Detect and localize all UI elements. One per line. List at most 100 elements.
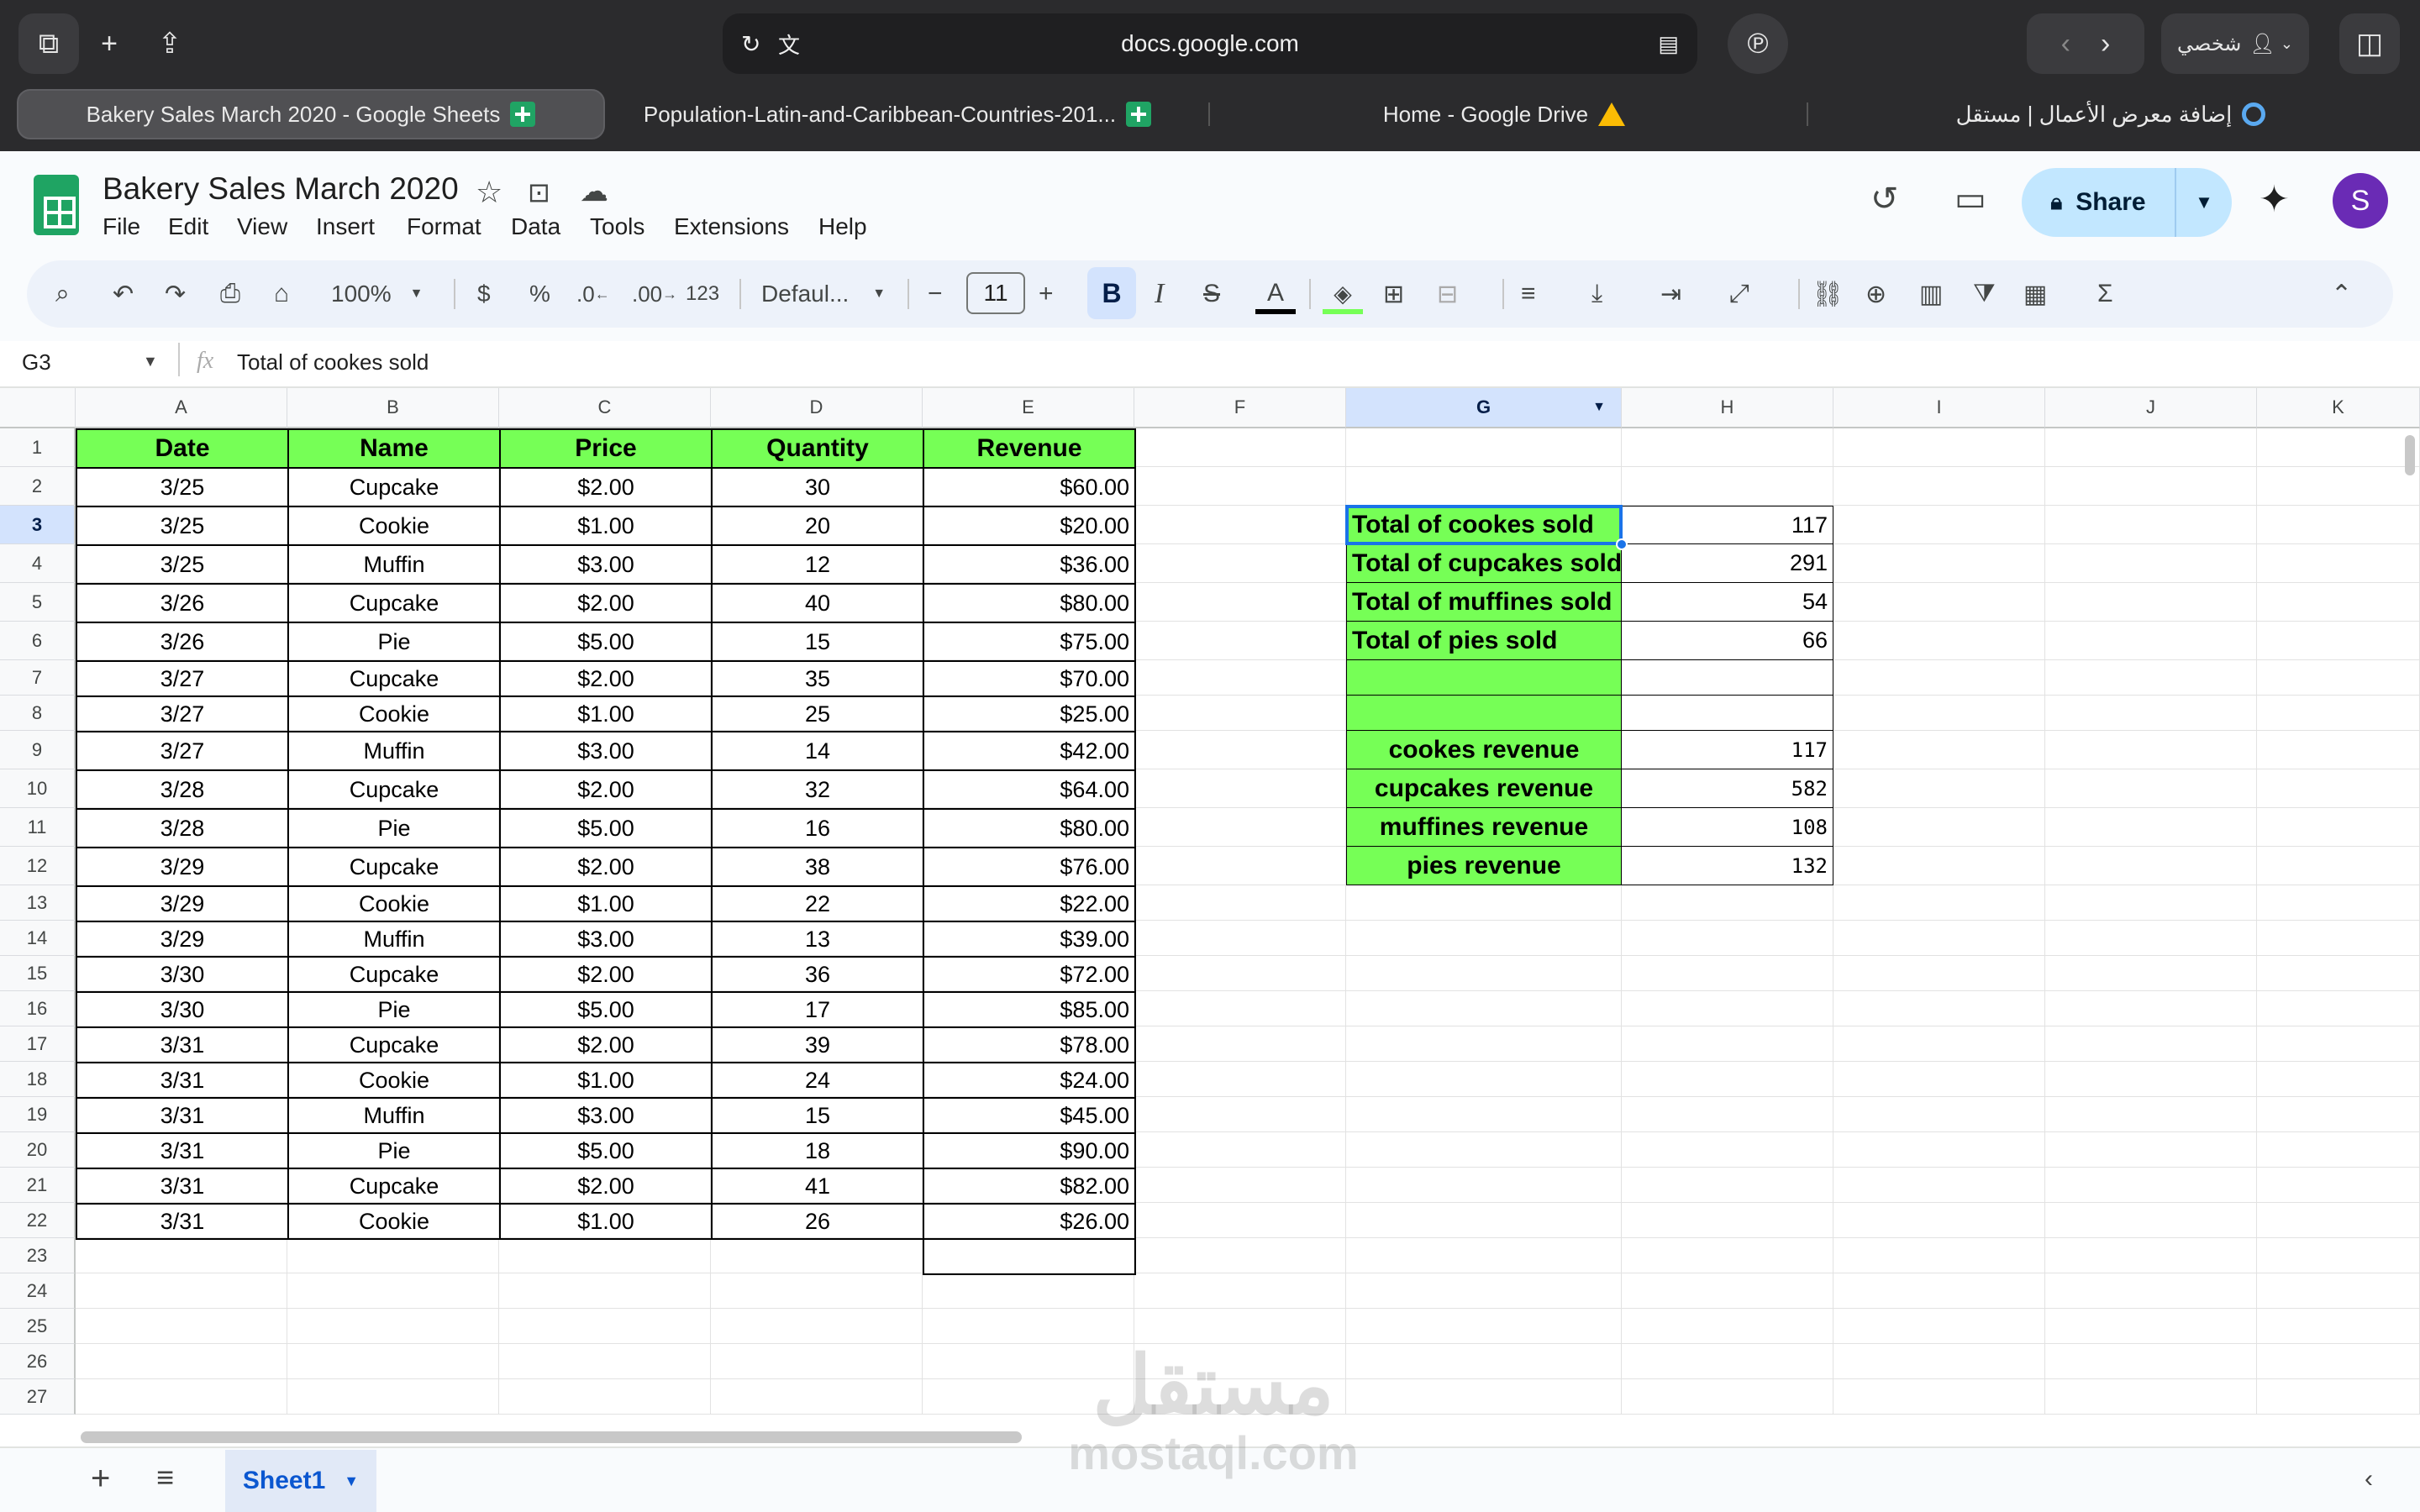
table-cell[interactable]: Pie [287,808,501,848]
grid-cell[interactable] [1833,544,2045,583]
table-header-cell[interactable]: Price [499,428,713,469]
grid-cell[interactable] [1833,583,2045,622]
menu-format[interactable]: Format [407,213,481,240]
grid-cell[interactable] [2257,731,2420,769]
table-cell[interactable]: 3/31 [76,1062,289,1099]
grid-cell[interactable] [1134,731,1346,769]
grid-cell[interactable] [2257,622,2420,660]
grid-cell[interactable] [1134,1097,1346,1132]
align-horizontal-icon[interactable]: ≡ [1521,277,1536,311]
menu-view[interactable]: View [237,213,287,240]
grid-cell[interactable] [1134,467,1346,506]
grid-cell[interactable] [2045,660,2257,696]
table-cell[interactable]: $36.00 [923,544,1136,585]
share-page-icon[interactable]: ⇪ [139,13,200,74]
table-cell[interactable]: Cupcake [287,956,501,993]
summary-blank-cell[interactable] [1622,696,1833,731]
print-icon[interactable]: ⎙ [220,277,240,311]
table-cell[interactable]: 3/29 [76,885,289,922]
share-dropdown-icon[interactable]: ▼ [2176,192,2232,213]
grid-cell[interactable] [2257,1238,2420,1273]
text-color-button[interactable]: A [1255,277,1296,314]
table-cell[interactable]: 26 [711,1203,924,1240]
grid-cell[interactable] [2257,660,2420,696]
table-header-cell[interactable]: Revenue [923,428,1136,469]
font-size-decrease-icon[interactable]: − [928,277,943,311]
grid-cell[interactable] [1833,1168,2045,1203]
grid-cell[interactable] [287,1344,499,1379]
table-cell[interactable]: 3/25 [76,467,289,507]
table-cell[interactable]: 13 [711,921,924,958]
table-cell[interactable]: $90.00 [923,1132,1136,1169]
row-header-19[interactable]: 19 [0,1097,76,1132]
table-cell[interactable]: $5.00 [499,622,713,662]
table-cell[interactable]: $45.00 [923,1097,1136,1134]
grid-cell[interactable] [1833,885,2045,921]
move-folder-icon[interactable]: ⊡ [528,176,550,208]
summary-blank-cell[interactable] [1346,660,1622,696]
sidebar-icon[interactable]: ◫ [2339,13,2400,74]
forward-icon[interactable]: › [2101,28,2110,60]
tab-overview-icon[interactable]: ⧉ [18,13,79,74]
grid-cell[interactable] [1622,428,1833,467]
table-cell[interactable]: $85.00 [923,991,1136,1028]
grid-cell[interactable] [1622,1062,1833,1097]
row-header-17[interactable]: 17 [0,1026,76,1062]
table-cell[interactable]: 3/31 [76,1097,289,1134]
table-cell[interactable]: $70.00 [923,660,1136,697]
grid-cell[interactable] [1134,1238,1346,1273]
grid-cell[interactable] [2045,1379,2257,1415]
grid-cell[interactable] [2257,1309,2420,1344]
table-cell[interactable]: $3.00 [499,544,713,585]
table-cell[interactable]: $22.00 [923,885,1136,922]
grid-cell[interactable] [1134,696,1346,731]
table-cell[interactable] [923,1238,1136,1275]
row-header-20[interactable]: 20 [0,1132,76,1168]
summary-total-label[interactable]: Total of cupcakes sold [1346,544,1622,583]
summary-total-value[interactable]: 54 [1622,583,1833,622]
browser-tab-drive[interactable]: Home - Google Drive [1218,89,1790,139]
grid-cell[interactable] [2045,1026,2257,1062]
menu-extensions[interactable]: Extensions [674,213,789,240]
grid-cell[interactable] [76,1344,287,1379]
collapse-toolbar-icon[interactable]: ⌃ [2331,277,2352,311]
table-cell[interactable]: $20.00 [923,506,1136,546]
grid-cell[interactable] [2257,696,2420,731]
table-cell[interactable]: $60.00 [923,467,1136,507]
cloud-status-icon[interactable]: ☁ [580,175,608,208]
table-cell[interactable]: $26.00 [923,1203,1136,1240]
grid-cell[interactable] [1134,428,1346,467]
table-cell[interactable]: $64.00 [923,769,1136,810]
grid-cell[interactable] [76,1273,287,1309]
grid-cell[interactable] [499,1238,711,1273]
table-cell[interactable]: Muffin [287,544,501,585]
table-cell[interactable]: 18 [711,1132,924,1169]
row-header-12[interactable]: 12 [0,847,76,885]
table-cell[interactable]: $82.00 [923,1168,1136,1205]
grid-cell[interactable] [2045,885,2257,921]
table-cell[interactable]: 15 [711,622,924,662]
grid-cell[interactable] [2045,506,2257,544]
summary-revenue-value[interactable]: 108 [1622,808,1833,847]
table-cell[interactable]: 14 [711,731,924,771]
grid-cell[interactable] [499,1344,711,1379]
menu-file[interactable]: File [103,213,140,240]
horizontal-scrollbar[interactable] [81,1431,1022,1443]
grid-cell[interactable] [2257,1132,2420,1168]
table-cell[interactable]: 20 [711,506,924,546]
name-box[interactable]: G3 [22,349,51,375]
grid-cell[interactable] [2257,1273,2420,1309]
grid-cell[interactable] [1833,428,2045,467]
grid-cell[interactable] [1833,1097,2045,1132]
grid-cell[interactable] [76,1379,287,1415]
table-cell[interactable]: 3/29 [76,847,289,887]
table-cell[interactable]: Cookie [287,506,501,546]
grid-cell[interactable] [499,1273,711,1309]
pinterest-icon[interactable]: ℗ [1728,13,1788,74]
table-cell[interactable]: 36 [711,956,924,993]
grid-cell[interactable] [1134,1203,1346,1238]
row-header-27[interactable]: 27 [0,1379,76,1415]
grid-cell[interactable] [1833,769,2045,808]
grid-cell[interactable] [1622,1203,1833,1238]
table-cell[interactable]: $80.00 [923,808,1136,848]
